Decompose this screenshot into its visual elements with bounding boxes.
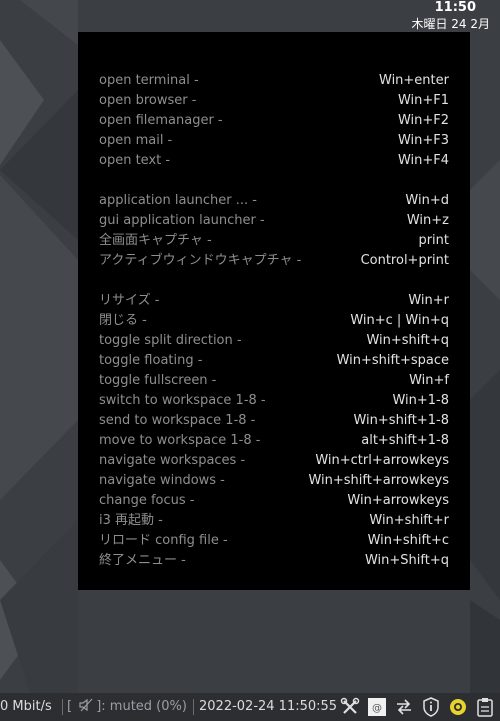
volume-indicator[interactable]: [ ]: muted (0%) <box>67 693 187 721</box>
keybinding-row: open browser - Win+F1 <box>99 91 449 111</box>
keybinding-keys: Win+f <box>409 373 449 388</box>
keybinding-action: open text - <box>99 153 171 168</box>
keybinding-action: リサイズ - <box>99 293 160 308</box>
volume-status: ]: muted (0%) <box>96 699 187 714</box>
keybinding-action: move to workspace 1-8 - <box>99 433 261 448</box>
volume-bracket-open: [ <box>67 699 73 714</box>
keybinding-keys: Win+1-8 <box>392 393 449 408</box>
keybinding-row: switch to workspace 1-8 - Win+1-8 <box>99 391 449 411</box>
desktop: 11:50 木曜日 24 2月 open terminal - Win+enter… <box>0 0 500 721</box>
keybinding-keys: Win+shift+c <box>367 533 449 548</box>
keybinding-action: 閉じる - <box>99 313 147 328</box>
keybinding-action: toggle split direction - <box>99 333 242 348</box>
clipboard-icon[interactable] <box>475 697 495 717</box>
keybinding-keys: Win+z <box>406 213 449 228</box>
keybinding-row: アクティブウィンドウキャプチャ - Control+print <box>99 251 449 271</box>
keybinding-keys: Win+F1 <box>397 93 449 108</box>
status-bar: 0 Mbit/s [ ]: muted (0%) 2022-02-24 11:5… <box>0 693 500 721</box>
keybinding-keys: Win+shift+r <box>369 513 449 528</box>
top-clock: 11:50 木曜日 24 2月 <box>411 0 490 32</box>
keybinding-keys: Win+F3 <box>397 133 449 148</box>
keybinding-action: リロード config file - <box>99 533 228 548</box>
keybinding-row: navigate windows - Win+shift+arrowkeys <box>99 471 449 491</box>
keybinding-row: リロード config file - Win+shift+c <box>99 531 449 551</box>
keybinding-keys: Win+ctrl+arrowkeys <box>315 453 449 468</box>
tools-icon[interactable] <box>340 697 360 717</box>
keybinding-action: 終了メニュー - <box>99 553 186 568</box>
keybinding-action: change focus - <box>99 493 195 508</box>
keybinding-action: navigate workspaces - <box>99 453 246 468</box>
keybinding-row: toggle split direction - Win+shift+q <box>99 331 449 351</box>
keybinding-row: move to workspace 1-8 - alt+shift+1-8 <box>99 431 449 451</box>
cheatsheet-rows: open terminal - Win+enter open browser - Wi… <box>99 71 449 571</box>
net-speed: 0 Mbit/s <box>0 699 52 714</box>
keybinding-keys: Control+print <box>360 253 449 268</box>
keybinding-action: アクティブウィンドウキャプチャ - <box>99 253 302 268</box>
keybinding-action: open browser - <box>99 93 197 108</box>
keybinding-action: switch to workspace 1-8 - <box>99 393 266 408</box>
network-transfer-icon[interactable] <box>394 697 414 717</box>
keybinding-action: i3 再起動 - <box>99 513 163 528</box>
keybinding-keys: Win+d <box>405 193 449 208</box>
keybinding-action: navigate windows - <box>99 473 225 488</box>
keybinding-row: application launcher ... - Win+d <box>99 191 449 211</box>
keybinding-keys: Win+arrowkeys <box>347 493 449 508</box>
keybinding-row: open mail - Win+F3 <box>99 131 449 151</box>
keybinding-keys: Win+shift+space <box>336 353 449 368</box>
muted-speaker-icon <box>79 698 93 712</box>
keybinding-keys: alt+shift+1-8 <box>361 433 449 448</box>
clock-time: 11:50 <box>434 0 476 15</box>
keybinding-row: change focus - Win+arrowkeys <box>99 491 449 511</box>
bar-datetime: 2022-02-24 11:50:55 <box>199 699 338 714</box>
keybinding-row: toggle fullscreen - Win+f <box>99 371 449 391</box>
keybinding-row: open terminal - Win+enter <box>99 71 449 91</box>
keybinding-row: open filemanager - Win+F2 <box>99 111 449 131</box>
keybinding-action: application launcher ... - <box>99 193 257 208</box>
keybinding-keys: Win+F2 <box>397 113 449 128</box>
keybinding-row: 全画面キャプチャ - print <box>99 231 449 251</box>
mail-icon[interactable]: @ <box>367 697 387 717</box>
keybinding-action: gui application launcher - <box>99 213 265 228</box>
keybinding-row: i3 再起動 - Win+shift+r <box>99 511 449 531</box>
divider <box>193 699 194 715</box>
keybinding-row: リサイズ - Win+r <box>99 291 449 311</box>
keybinding-row: gui application launcher - Win+z <box>99 211 449 231</box>
keybinding-row: send to workspace 1-8 - Win+shift+1-8 <box>99 411 449 431</box>
keybinding-keys: print <box>418 233 449 248</box>
keybinding-row: open text - Win+F4 <box>99 151 449 171</box>
info-shield-icon[interactable] <box>421 697 441 717</box>
keybinding-action: 全画面キャプチャ - <box>99 233 212 248</box>
keybinding-cheatsheet: open terminal - Win+enter open browser - Wi… <box>78 32 470 590</box>
keybinding-keys: Win+Shift+q <box>364 553 449 568</box>
keybinding-action: open terminal - <box>99 73 199 88</box>
keybinding-keys: Win+enter <box>379 73 449 88</box>
divider <box>62 699 63 715</box>
record-icon[interactable] <box>448 697 468 717</box>
keybinding-keys: Win+c | Win+q <box>350 313 449 328</box>
keybinding-row: navigate workspaces - Win+ctrl+arrowkeys <box>99 451 449 471</box>
keybinding-action: open filemanager - <box>99 113 223 128</box>
clock-date: 木曜日 24 2月 <box>411 17 490 31</box>
keybinding-action: toggle fullscreen - <box>99 373 217 388</box>
keybinding-action: send to workspace 1-8 - <box>99 413 256 428</box>
keybinding-row: 閉じる - Win+c | Win+q <box>99 311 449 331</box>
keybinding-row: 終了メニュー - Win+Shift+q <box>99 551 449 571</box>
keybinding-keys: Win+shift+q <box>366 333 449 348</box>
keybinding-row: toggle floating - Win+shift+space <box>99 351 449 371</box>
keybinding-keys: Win+F4 <box>397 153 449 168</box>
keybinding-keys: Win+r <box>408 293 449 308</box>
svg-text:@: @ <box>372 703 382 714</box>
keybinding-action: open mail - <box>99 133 173 148</box>
keybinding-keys: Win+shift+arrowkeys <box>308 473 449 488</box>
keybinding-action: toggle floating - <box>99 353 203 368</box>
keybinding-keys: Win+shift+1-8 <box>353 413 449 428</box>
